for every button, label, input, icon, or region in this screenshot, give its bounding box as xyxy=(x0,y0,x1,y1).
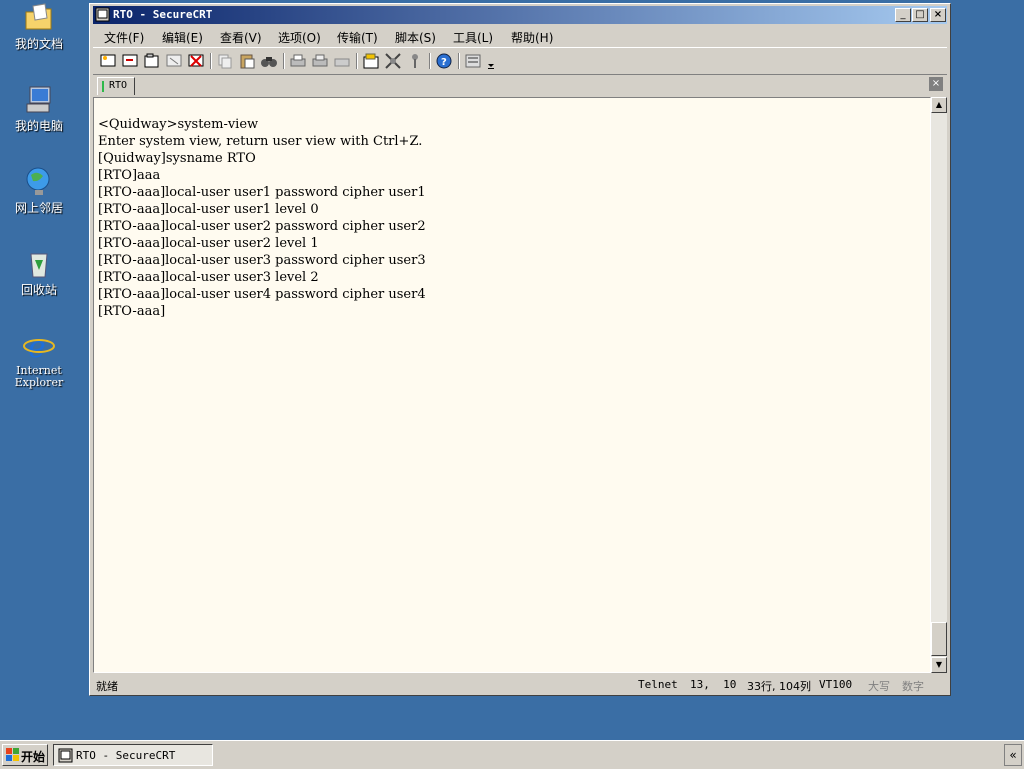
terminal-line: [Quidway]sysname RTO xyxy=(98,151,256,166)
desktop-icon-label: 我的电脑 xyxy=(14,119,63,133)
terminal-line: [RTO-aaa] xyxy=(98,304,166,319)
desktop-icon-label: 回收站 xyxy=(20,283,57,297)
tab-rto[interactable]: RTO xyxy=(97,77,135,95)
terminal-line: Enter system view, return user view with… xyxy=(98,134,423,149)
computer-icon xyxy=(23,84,55,116)
toolbar-separator xyxy=(458,53,460,69)
status-protocol: Telnet xyxy=(638,678,678,691)
network-globe-icon xyxy=(23,166,55,198)
scroll-up-button[interactable]: ▲ xyxy=(931,97,947,113)
svg-text:e: e xyxy=(28,330,46,362)
terminal-line: [RTO-aaa]local-user user4 password ciphe… xyxy=(98,287,426,302)
status-emulation: VT100 xyxy=(819,678,853,691)
disconnect-icon[interactable] xyxy=(187,52,205,70)
securecrt-window: RTO - SecureCRT _ □ × 文件(F) 编辑(E) 查看(V) … xyxy=(89,3,951,696)
menu-view[interactable]: 查看(V) xyxy=(220,29,262,46)
terminal-line: [RTO-aaa]local-user user3 level 2 xyxy=(98,270,319,285)
status-bar: 就绪 Telnet 13, 10 33行, 104列 VT100 大写 数字 xyxy=(93,675,947,693)
status-ready: 就绪 xyxy=(96,680,118,693)
copy-icon[interactable] xyxy=(216,52,234,70)
toolbar-separator xyxy=(283,53,285,69)
desktop-icon-network[interactable]: 网上邻居 xyxy=(6,166,72,215)
windows-logo-icon xyxy=(6,748,19,761)
status-caps-lock: 大写 xyxy=(868,680,890,693)
toolbar: ? xyxy=(93,47,947,74)
terminal-line: [RTO-aaa]local-user user2 level 1 xyxy=(98,236,319,251)
desktop-icon-recycle-bin[interactable]: 回收站 xyxy=(6,248,72,297)
menu-tools[interactable]: 工具(L) xyxy=(453,29,493,46)
menu-script[interactable]: 脚本(S) xyxy=(395,29,436,46)
taskbar: 开始 RTO - SecureCRT « xyxy=(0,740,1024,769)
menu-help[interactable]: 帮助(H) xyxy=(511,29,553,46)
properties-icon[interactable] xyxy=(464,52,482,70)
find-icon[interactable] xyxy=(260,52,278,70)
taskbar-button-securecrt[interactable]: RTO - SecureCRT xyxy=(53,744,213,766)
terminal-line: [RTO-aaa]local-user user3 password ciphe… xyxy=(98,253,426,268)
desktop-icon-internet-explorer[interactable]: e Internet Explorer xyxy=(6,330,72,389)
tray-expand-chevron-icon[interactable]: « xyxy=(1004,744,1022,766)
global-options-icon[interactable] xyxy=(384,52,402,70)
securecrt-app-icon[interactable] xyxy=(95,7,110,22)
desktop-icon-label: Internet Explorer xyxy=(14,364,64,389)
terminal-area[interactable]: <Quidway>system-view Enter system view, r… xyxy=(93,97,931,673)
terminal-line: [RTO]aaa xyxy=(98,168,161,183)
keymap-icon[interactable] xyxy=(406,52,424,70)
terminal-line: [RTO-aaa]local-user user1 level 0 xyxy=(98,202,319,217)
terminal-line: [RTO-aaa]local-user user1 password ciphe… xyxy=(98,185,426,200)
status-cursor-position: 13, 10 xyxy=(690,678,737,691)
menu-transfer[interactable]: 传输(T) xyxy=(337,29,378,46)
connect-tab-icon[interactable] xyxy=(143,52,161,70)
print-icon[interactable] xyxy=(289,52,307,70)
status-num-lock: 数字 xyxy=(902,680,924,693)
desktop-icon-label: 我的文档 xyxy=(14,37,63,51)
window-titlebar[interactable]: RTO - SecureCRT _ □ × xyxy=(93,6,947,24)
quick-connect-icon[interactable] xyxy=(121,52,139,70)
window-title: RTO - SecureCRT xyxy=(113,8,213,21)
connect-icon[interactable] xyxy=(99,52,117,70)
session-options-icon[interactable] xyxy=(362,52,380,70)
desktop-icon-my-documents[interactable]: 我的文档 xyxy=(6,2,72,51)
maximize-button[interactable]: □ xyxy=(912,8,928,22)
paste-icon[interactable] xyxy=(238,52,256,70)
toolbar-overflow-chevron-icon[interactable] xyxy=(486,52,496,70)
scrollbar-thumb[interactable] xyxy=(931,622,947,656)
start-button[interactable]: 开始 xyxy=(2,744,48,766)
vertical-scrollbar[interactable]: ▲ ▼ xyxy=(931,97,947,673)
menu-file[interactable]: 文件(F) xyxy=(104,29,144,46)
terminal-output: <Quidway>system-view Enter system view, r… xyxy=(98,116,426,320)
session-tab-bar: RTO × xyxy=(93,74,947,97)
start-label: 开始 xyxy=(21,750,46,764)
minimize-button[interactable]: _ xyxy=(895,8,911,22)
printer-setup-icon[interactable] xyxy=(333,52,351,70)
status-terminal-size: 33行, 104列 xyxy=(747,680,811,693)
recycle-bin-icon xyxy=(23,248,55,280)
desktop-icon-my-computer[interactable]: 我的电脑 xyxy=(6,84,72,133)
folder-icon xyxy=(23,2,55,34)
toolbar-separator xyxy=(429,53,431,69)
tab-connected-indicator xyxy=(102,81,104,92)
terminal-line: [RTO-aaa]local-user user2 password ciphe… xyxy=(98,219,426,234)
internet-explorer-icon: e xyxy=(23,330,55,365)
menu-options[interactable]: 选项(O) xyxy=(278,29,321,46)
tab-close-button[interactable]: × xyxy=(929,77,943,91)
menu-edit[interactable]: 编辑(E) xyxy=(162,29,203,46)
close-button[interactable]: × xyxy=(930,8,946,22)
taskbar-button-label: RTO - SecureCRT xyxy=(76,749,176,762)
tab-label: RTO xyxy=(109,80,128,91)
terminal-line: <Quidway>system-view xyxy=(98,117,259,132)
toolbar-separator xyxy=(210,53,212,69)
help-icon[interactable]: ? xyxy=(435,52,453,70)
print-selection-icon[interactable] xyxy=(311,52,329,70)
scroll-down-button[interactable]: ▼ xyxy=(931,657,947,673)
svg-text:?: ? xyxy=(441,57,447,68)
reconnect-icon[interactable] xyxy=(165,52,183,70)
toolbar-separator xyxy=(356,53,358,69)
menu-bar: 文件(F) 编辑(E) 查看(V) 选项(O) 传输(T) 脚本(S) 工具(L… xyxy=(93,26,947,46)
desktop-icon-label: 网上邻居 xyxy=(14,201,63,215)
securecrt-app-icon xyxy=(58,748,73,763)
